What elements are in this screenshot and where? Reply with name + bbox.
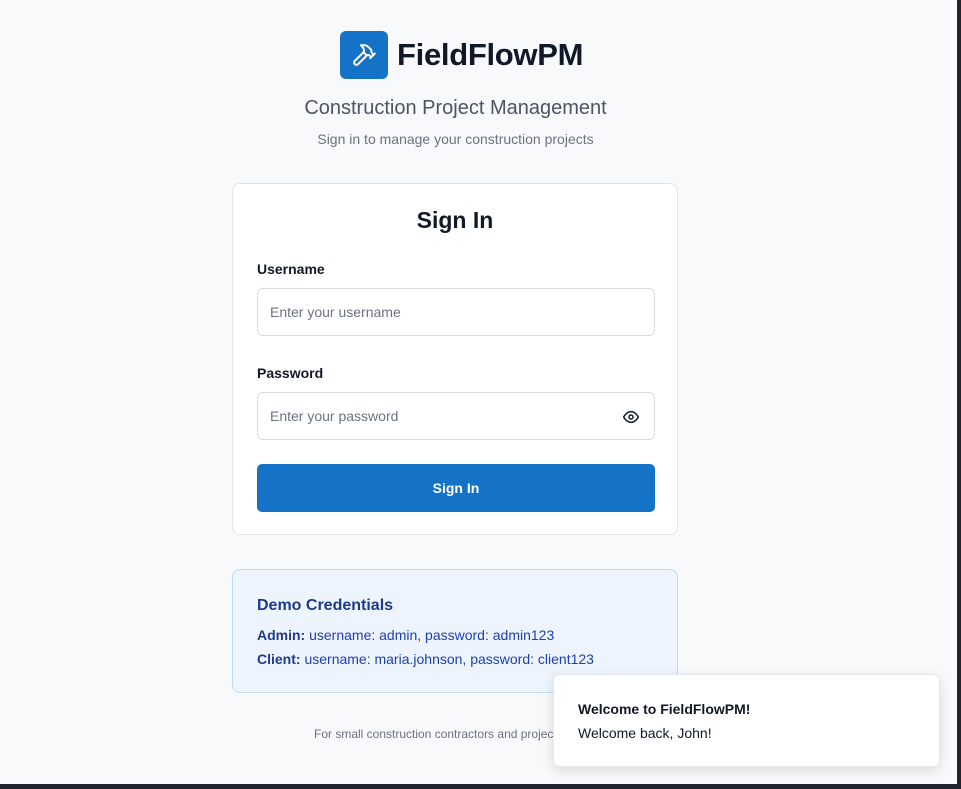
demo-client-role: Client:: [257, 651, 301, 667]
password-input[interactable]: [257, 392, 655, 440]
signin-title: Sign In: [416, 207, 494, 233]
password-label: Password: [257, 365, 324, 381]
signin-card: Sign In Username Password Sign In: [232, 183, 678, 535]
toast-title: Welcome to FieldFlowPM!: [578, 701, 751, 717]
demo-admin-text: username: admin, password: admin123: [309, 627, 555, 643]
demo-admin-line: Admin: username: admin, password: admin1…: [257, 627, 554, 643]
demo-client-line: Client: username: maria.johnson, passwor…: [257, 651, 594, 667]
brand-header: FieldFlowPM: [340, 31, 583, 79]
app-name: FieldFlowPM: [397, 37, 584, 72]
login-page: FieldFlowPM Construction Project Managem…: [0, 0, 957, 784]
signin-button[interactable]: Sign In: [257, 464, 655, 512]
welcome-toast[interactable]: Welcome to FieldFlowPM! Welcome back, Jo…: [553, 674, 940, 767]
demo-client-text: username: maria.johnson, password: clien…: [304, 651, 594, 667]
footer-text: For small construction contractors and p…: [314, 727, 554, 741]
username-label: Username: [257, 261, 325, 277]
demo-admin-role: Admin:: [257, 627, 306, 643]
hammer-icon: [340, 31, 388, 79]
toast-message: Welcome back, John!: [578, 725, 712, 741]
subtitle: Sign in to manage your construction proj…: [317, 131, 594, 147]
tagline: Construction Project Management: [304, 97, 607, 119]
eye-icon[interactable]: [622, 408, 640, 426]
demo-title: Demo Credentials: [257, 597, 394, 614]
username-input[interactable]: [257, 288, 655, 336]
